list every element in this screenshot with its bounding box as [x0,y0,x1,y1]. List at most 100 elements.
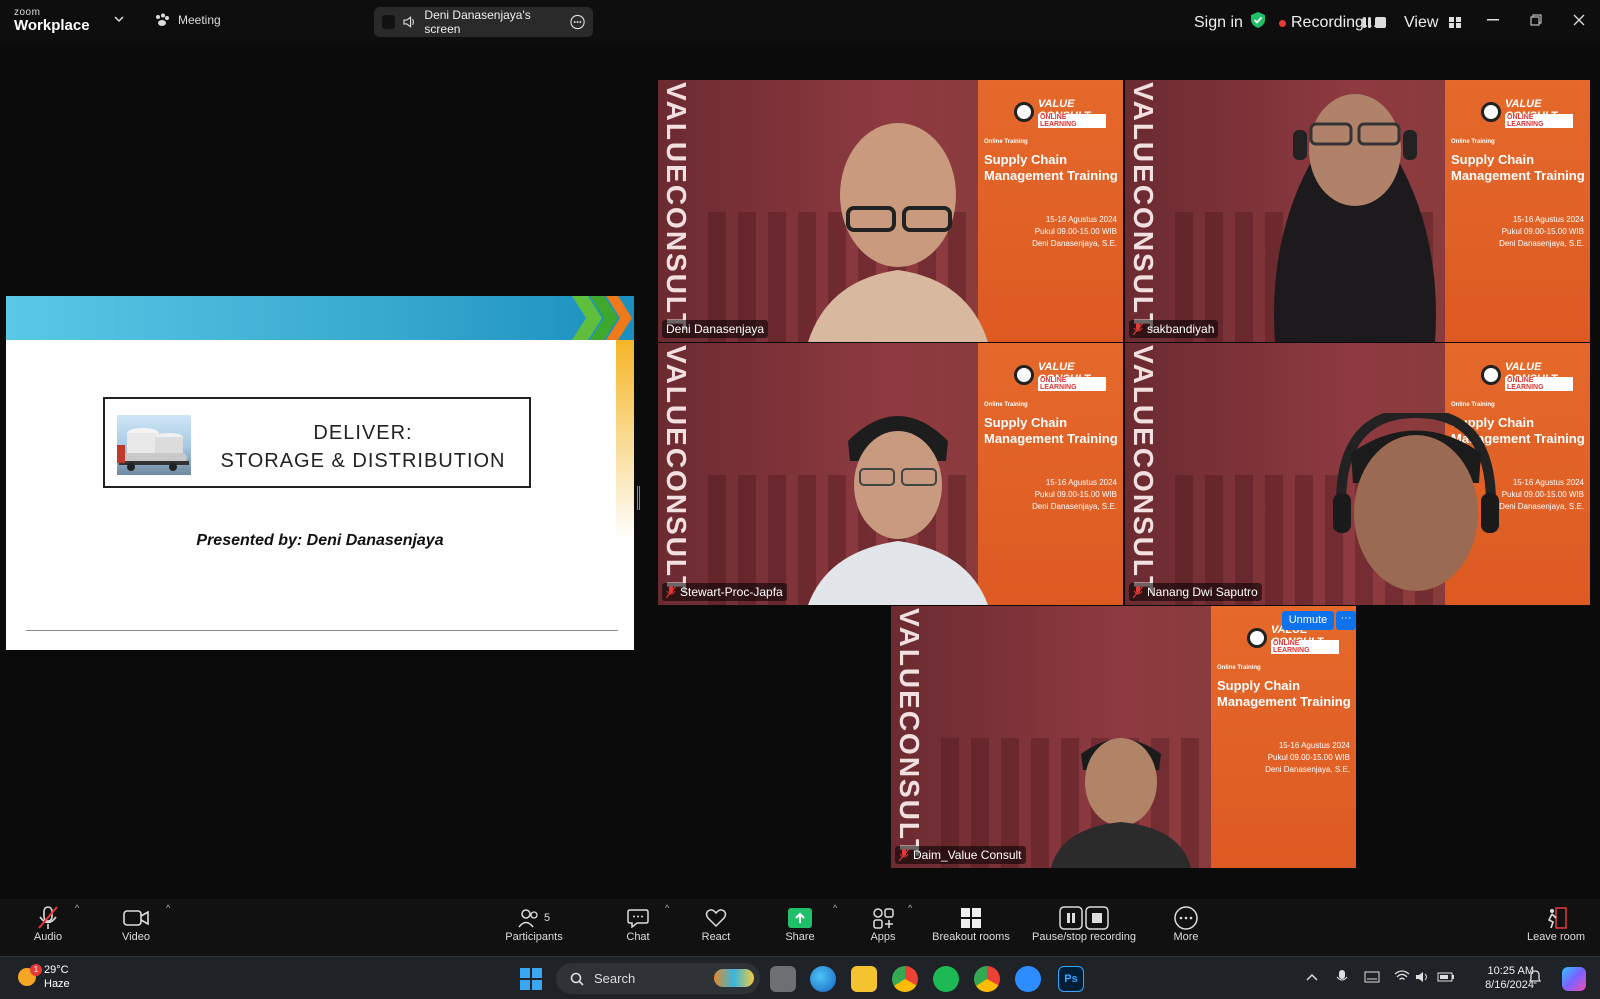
video-label: Video [122,931,150,943]
leave-room-button[interactable]: Leave room [1524,905,1588,943]
online-training-label: Online Training [1217,665,1261,671]
video-tile[interactable]: VALUECONSULT VALUE CONSULTONLINE LEARNIN… [658,80,1123,342]
sign-in-link[interactable]: Sign in [1194,14,1243,32]
react-label: React [701,931,731,943]
volume-icon[interactable] [1415,970,1431,984]
notification-bell-icon[interactable] [1528,969,1542,985]
apps-button[interactable]: Apps [867,905,899,943]
more-icon [1174,906,1198,930]
spotify-icon[interactable] [933,966,959,992]
video-tile[interactable]: VALUECONSULT VALUE CONSULTONLINE LEARNIN… [1125,343,1590,605]
training-info: 15-16 Agustus 2024 Pukul 09.00-15.00 WIB D… [1032,215,1117,248]
zoom-workplace-logo[interactable]: zoom Workplace [14,8,90,34]
shield-check-icon[interactable] [1250,11,1266,29]
react-button[interactable]: React [700,905,732,943]
taskbar-search[interactable]: Search [556,963,760,994]
apps-options-caret-icon[interactable]: ^ [908,903,912,913]
copilot-icon[interactable] [1562,967,1586,991]
wifi-icon[interactable] [1394,970,1410,982]
file-explorer-icon[interactable] [851,966,877,992]
vertical-brand-text: VALUECONSULT [894,608,925,859]
more-button[interactable]: More [1170,905,1202,943]
chat-button[interactable]: Chat [622,905,654,943]
participant-video [808,123,988,342]
split-resize-handle[interactable] [637,486,640,510]
brand-large: Workplace [14,17,90,34]
more-options-icon[interactable] [570,14,585,30]
minimize-icon[interactable] [1487,19,1499,21]
leave-label: Leave room [1526,931,1586,943]
share-screen-icon [788,908,812,928]
zoom-app-icon[interactable] [1015,966,1041,992]
pause-stop-recording-button[interactable]: Pause/stop recording [1026,905,1142,943]
taskbar-clock[interactable]: 10:25 AM 8/16/2024 [1485,964,1534,992]
training-banner: VALUE CONSULTONLINE LEARNING Online Trai… [978,80,1123,342]
breakout-rooms-button[interactable]: Breakout rooms [928,905,1014,943]
participant-video [1333,413,1499,591]
stop-recording-icon[interactable] [1372,15,1386,33]
photoshop-icon[interactable]: Ps [1058,966,1084,992]
participant-name-tag: Stewart-Proc-Japfa [662,583,787,601]
more-label: More [1173,931,1199,943]
video-tile[interactable]: VALUECONSULT VALUE CONSULTONLINE LEARNIN… [658,343,1123,605]
video-tile[interactable]: VALUECONSULT VALUE CONSULTONLINE LEARNIN… [891,606,1356,868]
chat-options-caret-icon[interactable]: ^ [665,903,669,913]
participant-video [808,416,988,605]
search-placeholder: Search [594,971,636,986]
slide-title: DELIVER: STORAGE & DISTRIBUTION [213,419,513,475]
pause-recording-icon[interactable] [1360,15,1371,33]
search-highlight-image [714,969,754,987]
participant-video [1051,738,1191,868]
mic-muted-icon [666,586,676,598]
training-info: 15-16 Agustus 2024 Pukul 09.00-15.00 WIB D… [1265,741,1350,774]
keyboard-tray-icon[interactable] [1364,971,1380,983]
vertical-brand-text: VALUECONSULT [1128,82,1159,333]
video-button[interactable]: Video [120,905,152,943]
slide-presenter: Presented by: Deni Danasenjaya [196,532,444,549]
windows-start-icon[interactable] [520,968,542,990]
share-options-caret-icon[interactable]: ^ [833,903,837,913]
training-title: Supply Chain Management Training [984,152,1118,183]
participants-button[interactable]: 5 Participants [502,905,566,943]
screen-share-pill[interactable]: Deni Danasenjaya's screen [374,7,593,37]
slide-title-box: DELIVER: STORAGE & DISTRIBUTION [103,397,531,488]
online-training-label: Online Training [984,139,1028,145]
vertical-brand-text: VALUECONSULT [1128,345,1159,596]
meeting-info[interactable]: Meeting [154,13,221,27]
video-options-caret-icon[interactable]: ^ [166,903,170,913]
participants-icon [518,909,538,928]
pause-stop-recording-icon [1059,906,1109,930]
recording-dot-icon [1279,20,1286,27]
weather-widget[interactable]: 1 29°C Haze [18,963,70,991]
slide-divider [26,630,618,631]
share-button[interactable]: Share [784,905,816,943]
video-tile[interactable]: VALUECONSULT VALUE CONSULTONLINE LEARNIN… [1125,80,1590,342]
chrome-icon[interactable] [892,966,918,992]
participant-name-tag: sakbandiyah [1129,320,1219,338]
unmute-button[interactable]: Unmute [1282,611,1334,630]
mic-muted-icon [38,906,58,929]
view-button[interactable]: View [1404,14,1461,32]
os-taskbar: 1 29°C Haze Search Ps 10:25 AM 8/16/2024 [0,956,1600,999]
slide-arrows-decoration [572,296,632,340]
apps-icon [873,908,894,929]
top-bar: zoom Workplace Meeting Deni Danasenjaya'… [0,0,1600,44]
chrome-profile-icon[interactable] [974,966,1000,992]
chevron-down-icon[interactable] [114,14,124,24]
restore-icon[interactable] [1530,14,1542,26]
edge-browser-icon[interactable] [810,966,836,992]
breakout-rooms-icon [961,908,981,928]
meeting-label: Meeting [178,13,221,27]
mic-muted-icon [1133,586,1143,598]
battery-icon[interactable] [1437,971,1455,983]
task-view-icon[interactable] [770,966,796,992]
training-info: 15-16 Agustus 2024 Pukul 09.00-15.00 WIB D… [1032,478,1117,511]
audio-options-caret-icon[interactable]: ^ [75,903,79,913]
weather-condition: Haze [44,978,70,990]
close-icon[interactable] [1573,14,1585,26]
training-title: Supply Chain Management Training [1217,678,1351,709]
tray-expand-icon[interactable] [1306,973,1318,981]
microphone-tray-icon[interactable] [1336,969,1348,985]
audio-button[interactable]: Audio [32,905,64,943]
tile-more-button[interactable]: ··· [1336,611,1356,630]
